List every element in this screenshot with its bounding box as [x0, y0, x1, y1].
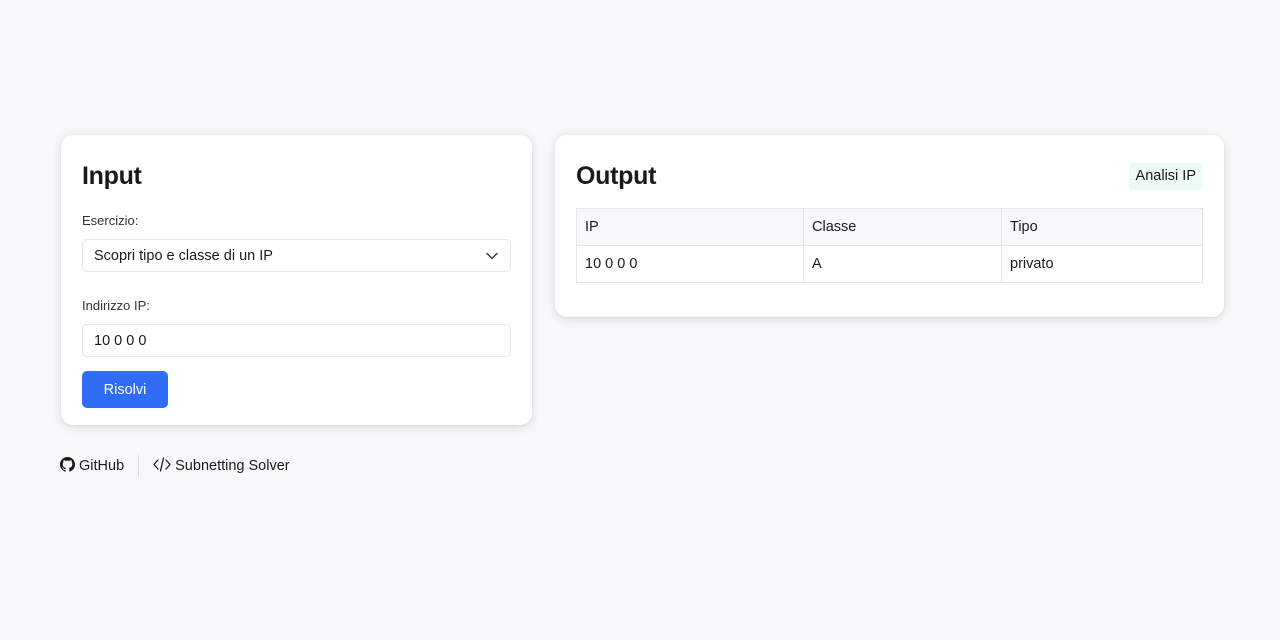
- analysis-badge: Analisi IP: [1128, 162, 1203, 190]
- column-header-classe: Classe: [803, 208, 1002, 246]
- footer: GitHub Subnetting Solver: [60, 455, 290, 477]
- exercise-label: Esercizio:: [82, 213, 139, 228]
- output-card: Output Analisi IP IP Classe Tipo 10 0 0 …: [555, 135, 1224, 317]
- chevron-down-icon: [485, 249, 499, 263]
- table-row: 10 0 0 0 A privato: [576, 245, 1203, 283]
- column-header-ip: IP: [576, 208, 804, 246]
- column-header-tipo: Tipo: [1001, 208, 1203, 246]
- input-title: Input: [82, 162, 142, 190]
- output-header: Output Analisi IP: [576, 161, 1203, 191]
- ip-input[interactable]: 10 0 0 0: [82, 324, 511, 357]
- ip-label: Indirizzo IP:: [82, 298, 150, 313]
- output-title: Output: [576, 162, 657, 190]
- cell-classe: A: [803, 245, 1002, 283]
- cell-ip: 10 0 0 0: [576, 245, 804, 283]
- exercise-select[interactable]: Scopri tipo e classe di un IP: [82, 239, 511, 272]
- github-label: GitHub: [79, 458, 125, 474]
- result-table: IP Classe Tipo 10 0 0 0 A privato: [576, 208, 1203, 283]
- input-card: Input Esercizio: Scopri tipo e classe di…: [61, 135, 532, 425]
- cell-tipo: privato: [1001, 245, 1203, 283]
- solve-button[interactable]: Risolvi: [82, 371, 168, 408]
- github-link[interactable]: GitHub: [60, 456, 125, 476]
- ip-input-value: 10 0 0 0: [94, 332, 147, 349]
- code-icon: [153, 456, 171, 476]
- exercise-select-value: Scopri tipo e classe di un IP: [94, 247, 273, 264]
- table-header-row: IP Classe Tipo: [576, 208, 1203, 246]
- project-link[interactable]: Subnetting Solver: [153, 456, 290, 476]
- github-icon: [60, 456, 75, 476]
- footer-divider: [138, 455, 140, 477]
- project-label: Subnetting Solver: [175, 458, 290, 474]
